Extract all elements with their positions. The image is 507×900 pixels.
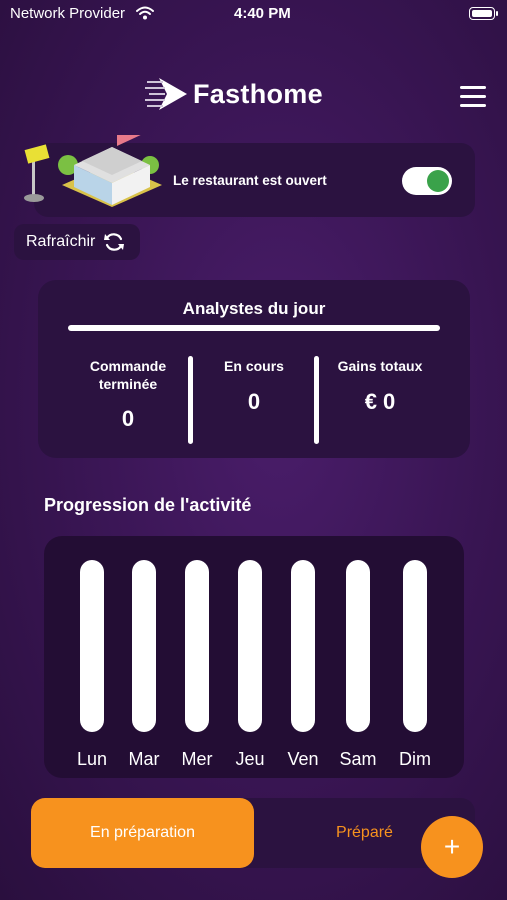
completed-orders-value: 0 bbox=[121, 406, 135, 431]
plus-icon: + bbox=[443, 831, 461, 862]
stats-separator bbox=[188, 356, 193, 444]
battery-icon bbox=[469, 7, 498, 20]
total-earnings-value: € 0 bbox=[364, 389, 396, 414]
app-logo: Fasthome bbox=[145, 72, 323, 116]
stats-title: Analystes du jour bbox=[182, 299, 326, 318]
status-bar: Network Provider 4:40 PM bbox=[10, 5, 498, 25]
bar-dim bbox=[403, 560, 427, 732]
toggle-knob bbox=[427, 170, 449, 192]
day-label: Mer bbox=[181, 749, 213, 769]
total-earnings-label: Gains totaux bbox=[337, 358, 423, 374]
tab-prepared-label: Préparé bbox=[336, 824, 393, 841]
speed-arrow-icon bbox=[145, 78, 187, 110]
day-label: Jeu bbox=[235, 749, 265, 769]
day-label: Ven bbox=[287, 749, 319, 769]
app-name: Fasthome bbox=[193, 78, 323, 109]
stats-separator bbox=[314, 356, 319, 444]
add-button[interactable]: + bbox=[421, 816, 483, 878]
day-label: Sam bbox=[339, 749, 377, 769]
clock: 4:40 PM bbox=[234, 5, 291, 22]
restaurant-status-label: Le restaurant est ouvert bbox=[173, 173, 327, 188]
bar-sam bbox=[346, 560, 370, 732]
restaurant-building-icon bbox=[24, 135, 162, 207]
bar-mar bbox=[132, 560, 156, 732]
day-label: Lun bbox=[76, 749, 108, 769]
completed-orders-label: Commande terminée bbox=[89, 358, 167, 392]
tab-in-preparation[interactable]: En préparation bbox=[31, 798, 254, 868]
day-label: Dim bbox=[399, 749, 431, 769]
bar-lun bbox=[80, 560, 104, 732]
hamburger-menu-icon[interactable] bbox=[460, 86, 486, 108]
in-progress-label: En cours bbox=[224, 358, 284, 374]
refresh-button[interactable]: Rafraîchir bbox=[14, 224, 140, 260]
tab-in-preparation-label: En préparation bbox=[90, 824, 195, 841]
activity-title: Progression de l'activité bbox=[44, 495, 252, 515]
restaurant-open-toggle[interactable] bbox=[402, 167, 452, 195]
stats-divider bbox=[68, 325, 440, 331]
bar-ven bbox=[291, 560, 315, 732]
bar-mer bbox=[185, 560, 209, 732]
day-label: Mar bbox=[128, 749, 160, 769]
refresh-icon bbox=[104, 233, 125, 251]
refresh-label: Rafraîchir bbox=[26, 233, 96, 250]
wifi-icon bbox=[136, 6, 154, 20]
carrier-label: Network Provider bbox=[10, 5, 126, 22]
in-progress-value: 0 bbox=[247, 389, 261, 414]
bar-jeu bbox=[238, 560, 262, 732]
